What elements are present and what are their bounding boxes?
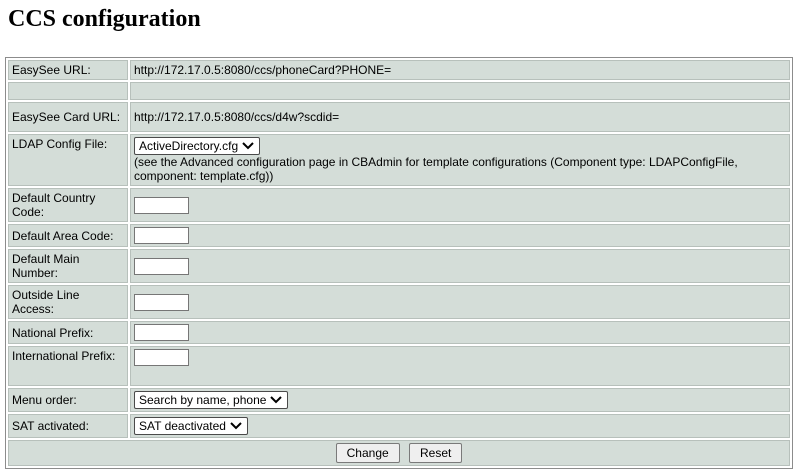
page-title: CCS configuration — [8, 6, 201, 32]
default-country-code-input[interactable] — [134, 196, 189, 214]
row-menu-order: Menu order: Search by name, phone — [8, 388, 790, 412]
ldap-config-select[interactable]: ActiveDirectory.cfg — [134, 137, 261, 155]
menu-order-selected: Search by name, phone — [139, 393, 267, 407]
ldap-config-note: (see the Advanced configuration page in … — [134, 155, 738, 183]
easysee-url-label: EasySee URL: — [8, 60, 128, 80]
row-empty — [8, 82, 790, 100]
outside-line-access-input[interactable] — [134, 293, 189, 311]
row-default-main-number: Default Main Number: — [8, 249, 790, 283]
national-prefix-cell — [130, 321, 790, 344]
international-prefix-label: International Prefix: — [8, 346, 128, 386]
easysee-url-value: http://172.17.0.5:8080/ccs/phoneCard?PHO… — [130, 60, 790, 80]
row-buttons: Change Reset — [8, 440, 790, 466]
outside-line-access-cell — [130, 285, 790, 319]
sat-activated-cell: SAT deactivated — [130, 414, 790, 438]
reset-button[interactable]: Reset — [409, 443, 463, 463]
row-ldap-config: LDAP Config File: ActiveDirectory.cfg (s… — [8, 134, 790, 186]
row-default-area-code: Default Area Code: — [8, 224, 790, 247]
national-prefix-label: National Prefix: — [8, 321, 128, 344]
sat-activated-selected: SAT deactivated — [139, 419, 226, 433]
default-main-number-input[interactable] — [134, 257, 189, 275]
sat-activated-label: SAT activated: — [8, 414, 128, 438]
international-prefix-cell — [130, 346, 790, 386]
row-outside-line-access: Outside Line Access: — [8, 285, 790, 319]
chevron-down-icon — [242, 142, 254, 150]
menu-order-cell: Search by name, phone — [130, 388, 790, 412]
buttons-cell: Change Reset — [8, 440, 790, 466]
default-area-code-label: Default Area Code: — [8, 224, 128, 247]
row-sat-activated: SAT activated: SAT deactivated — [8, 414, 790, 438]
default-country-code-cell — [130, 188, 790, 222]
easysee-card-url-label: EasySee Card URL: — [8, 102, 128, 132]
ldap-config-label: LDAP Config File: — [8, 134, 128, 186]
default-main-number-label: Default Main Number: — [8, 249, 128, 283]
chevron-down-icon — [270, 396, 283, 404]
default-country-code-label: Default Country Code: — [8, 188, 128, 222]
chevron-down-icon — [230, 422, 242, 430]
outside-line-access-label: Outside Line Access: — [8, 285, 128, 319]
national-prefix-input[interactable] — [134, 324, 189, 341]
row-easysee-url: EasySee URL: http://172.17.0.5:8080/ccs/… — [8, 60, 790, 80]
empty-cell — [130, 82, 790, 100]
default-area-code-cell — [130, 224, 790, 247]
menu-order-label: Menu order: — [8, 388, 128, 412]
row-easysee-card-url: EasySee Card URL: http://172.17.0.5:8080… — [8, 102, 790, 132]
change-button[interactable]: Change — [335, 443, 400, 463]
easysee-card-url-value: http://172.17.0.5:8080/ccs/d4w?scdid= — [130, 102, 790, 132]
default-main-number-cell — [130, 249, 790, 283]
empty-cell — [8, 82, 128, 100]
ldap-config-selected: ActiveDirectory.cfg — [139, 139, 239, 153]
row-national-prefix: National Prefix: — [8, 321, 790, 344]
default-area-code-input[interactable] — [134, 227, 189, 244]
sat-activated-select[interactable]: SAT deactivated — [134, 417, 248, 435]
ldap-config-cell: ActiveDirectory.cfg (see the Advanced co… — [130, 134, 790, 186]
international-prefix-input[interactable] — [134, 349, 189, 366]
menu-order-select[interactable]: Search by name, phone — [134, 391, 289, 409]
row-international-prefix: International Prefix: — [8, 346, 790, 386]
config-table: EasySee URL: http://172.17.0.5:8080/ccs/… — [5, 57, 793, 469]
row-default-country-code: Default Country Code: — [8, 188, 790, 222]
